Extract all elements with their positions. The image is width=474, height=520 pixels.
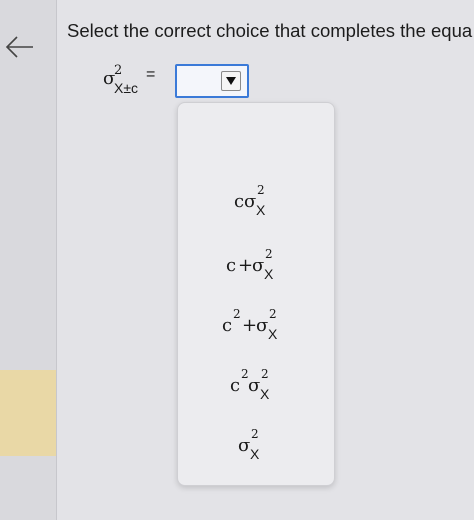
answer-select[interactable] (175, 64, 249, 98)
option-exponent: 2 (251, 427, 259, 441)
option-exponent: 2 (265, 247, 273, 261)
option-plus: + (242, 315, 258, 336)
option-sigma-squared[interactable]: σ 2 X (178, 425, 334, 465)
dropdown-button[interactable] (221, 71, 241, 91)
option-sigma: σ (252, 255, 265, 276)
variance-expression: σ 2 X±c (103, 62, 169, 102)
highlight-block (0, 370, 56, 456)
option-c-plus-sigma-squared[interactable]: c + σ 2 X (178, 245, 334, 285)
question-panel: Select the correct choice that completes… (57, 0, 474, 520)
option-sigma: σ (248, 375, 261, 396)
option-sigma: σ (238, 435, 251, 456)
option-c: c (230, 375, 241, 396)
option-c-squared-sigma-squared[interactable]: c 2 σ 2 X (178, 365, 334, 405)
option-exponent: 2 (269, 307, 277, 321)
option-subscript: X (268, 326, 278, 342)
option-c-sigma-squared[interactable]: c σ 2 X (178, 181, 334, 221)
dropdown-menu: c σ 2 X c + σ 2 X c 2 + σ 2 X c 2 σ 2 X … (177, 102, 335, 486)
sidebar (0, 0, 57, 520)
subscript: X±c (114, 80, 139, 96)
dropdown-triangle-icon (226, 77, 236, 85)
back-arrow-icon[interactable] (2, 30, 36, 64)
exponent: 2 (114, 63, 123, 78)
option-sigma: σ (244, 191, 257, 212)
equals-sign: = (146, 66, 156, 83)
option-exponent: 2 (257, 183, 265, 197)
option-plus: + (238, 255, 254, 276)
question-text: Select the correct choice that completes… (67, 20, 473, 41)
option-subscript: X (264, 266, 274, 282)
option-c: c (222, 315, 233, 336)
option-sigma: σ (256, 315, 269, 336)
option-c: c (234, 191, 245, 212)
option-c-exponent: 2 (233, 307, 241, 321)
option-subscript: X (250, 446, 260, 462)
option-c: c (226, 255, 237, 276)
option-subscript: X (256, 202, 266, 218)
option-subscript: X (260, 386, 270, 402)
option-exponent: 2 (261, 367, 269, 381)
option-c-squared-plus-sigma-squared[interactable]: c 2 + σ 2 X (178, 305, 334, 345)
